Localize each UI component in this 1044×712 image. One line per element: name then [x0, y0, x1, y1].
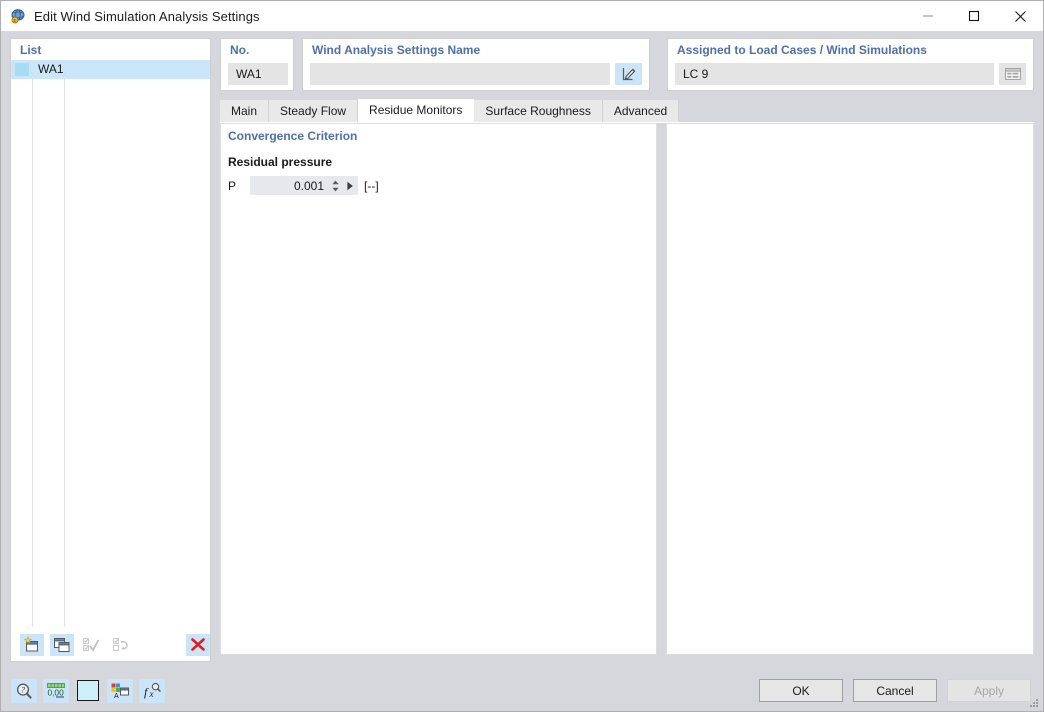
tab-content: Convergence Criterion Residual pressure … — [220, 123, 1034, 655]
tab-surface-roughness[interactable]: Surface Roughness — [474, 100, 603, 122]
color-swatch-button[interactable] — [75, 679, 101, 703]
apply-button: Apply — [947, 679, 1031, 702]
pencil-edit-icon[interactable] — [615, 63, 642, 85]
tab-main[interactable]: Main — [220, 100, 270, 122]
window-title: Edit Wind Simulation Analysis Settings — [34, 8, 260, 24]
residual-pressure-row: P 0.001 [--] — [228, 176, 379, 195]
convergence-criterion-panel: Convergence Criterion Residual pressure … — [220, 123, 657, 655]
list-panel: List WA1 — [10, 38, 211, 662]
assigned-field[interactable]: LC 9 — [675, 63, 994, 85]
convergence-section-title: Convergence Criterion — [228, 129, 358, 143]
decimal-places-button[interactable]: 0,00 — [43, 678, 69, 703]
assigned-group-title: Assigned to Load Cases / Wind Simulation… — [677, 43, 927, 57]
new-item-button[interactable] — [20, 633, 44, 656]
assigned-group: Assigned to Load Cases / Wind Simulation… — [667, 38, 1034, 91]
svg-text:f: f — [144, 685, 149, 699]
dialog-body: List WA1 No. WA1 Wind Analysis Settings … — [1, 31, 1043, 670]
tab-steady-flow[interactable]: Steady Flow — [269, 100, 359, 122]
ok-button[interactable]: OK — [759, 679, 843, 702]
maximize-button[interactable] — [951, 1, 997, 31]
no-field[interactable]: WA1 — [228, 63, 288, 85]
select-all-button — [80, 634, 104, 656]
window-controls — [905, 1, 1043, 31]
top-groups-row: No. WA1 Wind Analysis Settings Name Assi… — [220, 38, 1034, 91]
list-table[interactable]: WA1 — [11, 60, 210, 627]
cancel-button[interactable]: Cancel — [853, 679, 937, 702]
delete-item-button[interactable] — [186, 633, 210, 656]
svg-text:A: A — [114, 693, 119, 700]
footer-icon-bar: ? 0,00 A f x — [11, 678, 165, 703]
list-panel-title: List — [20, 43, 42, 57]
list-toolbar — [11, 627, 210, 661]
dialog-window: E Edit Wind Simulation Analysis Settings… — [0, 0, 1044, 712]
list-item[interactable]: WA1 — [11, 60, 210, 79]
name-input[interactable] — [310, 63, 610, 85]
title-bar: E Edit Wind Simulation Analysis Settings — [1, 1, 1043, 31]
resize-grip[interactable] — [1028, 697, 1040, 709]
minimize-button[interactable] — [905, 1, 951, 31]
tab-advanced[interactable]: Advanced — [602, 100, 680, 122]
side-content-panel — [666, 123, 1034, 655]
formula-button[interactable]: f x — [139, 678, 165, 703]
spinner-up-down-icon[interactable] — [328, 176, 342, 195]
wind-simulation-icon: E — [10, 8, 26, 24]
column-divider-2 — [64, 60, 65, 627]
invert-selection-button — [109, 634, 133, 656]
residual-pressure-label: Residual pressure — [228, 155, 333, 169]
pressure-symbol-label: P — [228, 178, 237, 193]
table-list-icon[interactable] — [999, 63, 1026, 85]
residual-pressure-unit: [--] — [364, 178, 379, 193]
right-area: No. WA1 Wind Analysis Settings Name Assi… — [220, 38, 1034, 670]
copy-item-button[interactable] — [49, 633, 74, 656]
magnifier-question-icon[interactable]: ? — [11, 678, 37, 703]
svg-text:E: E — [14, 18, 17, 23]
close-button[interactable] — [997, 1, 1043, 31]
svg-text:x: x — [149, 689, 154, 699]
column-divider-1 — [32, 60, 33, 627]
tab-strip: Main Steady Flow Residue Monitors Surfac… — [220, 99, 1034, 123]
color-swatch-icon — [77, 680, 99, 701]
no-group: No. WA1 — [220, 38, 294, 91]
play-arrow-icon[interactable] — [342, 176, 358, 195]
no-group-title: No. — [230, 43, 250, 57]
svg-text:?: ? — [21, 685, 25, 694]
item-color-swatch — [15, 63, 29, 76]
dialog-footer: ? 0,00 A f x OK Cancel Apply — [1, 670, 1043, 711]
footer-button-bar: OK Cancel Apply — [759, 679, 1031, 702]
tab-residue-monitors[interactable]: Residue Monitors — [358, 99, 475, 122]
name-group-title: Wind Analysis Settings Name — [312, 43, 481, 57]
name-group: Wind Analysis Settings Name — [302, 38, 650, 91]
residual-pressure-input[interactable]: 0.001 — [250, 176, 328, 195]
list-item-label: WA1 — [38, 62, 64, 76]
svg-text:0,00: 0,00 — [47, 687, 64, 697]
display-properties-button[interactable]: A — [107, 678, 133, 703]
